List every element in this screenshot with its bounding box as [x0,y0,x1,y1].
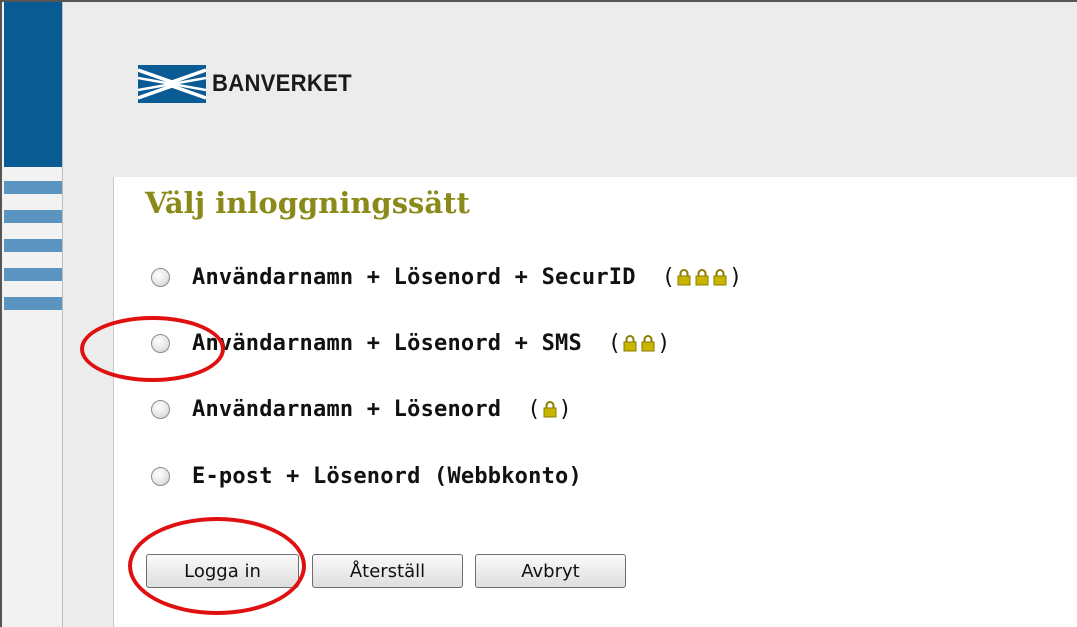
radio-button[interactable] [151,399,170,419]
security-level: ( ) [607,330,671,356]
sidebar-stripe [4,297,62,310]
security-level: ( ) [527,396,572,422]
sidebar-stripe [4,181,62,194]
radio-button[interactable] [151,267,170,287]
brand-name: BANVERKET [212,70,352,97]
brand-logo: BANVERKET [138,64,364,104]
banverket-logo-icon [138,65,206,103]
login-button[interactable]: Logga in [146,554,299,588]
padlock-icon [641,335,655,352]
option-label: Användarnamn + Lösenord [192,396,502,422]
login-option-webbkonto[interactable]: E-post + Lösenord (Webbkonto) [151,461,582,491]
padlock-icon [695,269,709,286]
sidebar-stripe [4,210,62,223]
login-option-securid[interactable]: Användarnamn + Lösenord + SecurID ( ) [151,262,742,292]
padlock-icon [713,269,727,286]
security-level: ( ) [661,264,743,290]
radio-button[interactable] [151,333,170,353]
padlock-icon [543,401,556,418]
padlock-icon [623,335,637,352]
page-title: Välj inloggningssätt [145,186,470,220]
option-label: Användarnamn + Lösenord + SMS [192,330,582,356]
login-option-sms[interactable]: Användarnamn + Lösenord + SMS ( ) [151,328,670,358]
sidebar-stripe [4,239,62,252]
cancel-button[interactable]: Avbryt [475,554,626,588]
option-label: Användarnamn + Lösenord + SecurID [192,264,636,290]
radio-button[interactable] [151,466,170,486]
option-label: E-post + Lösenord (Webbkonto) [192,463,582,489]
login-option-password[interactable]: Användarnamn + Lösenord ( ) [151,394,572,424]
padlock-icon [677,269,691,286]
sidebar-stripe [4,268,62,281]
sidebar-blue-block [4,2,62,167]
reset-button[interactable]: Återställ [312,554,463,588]
